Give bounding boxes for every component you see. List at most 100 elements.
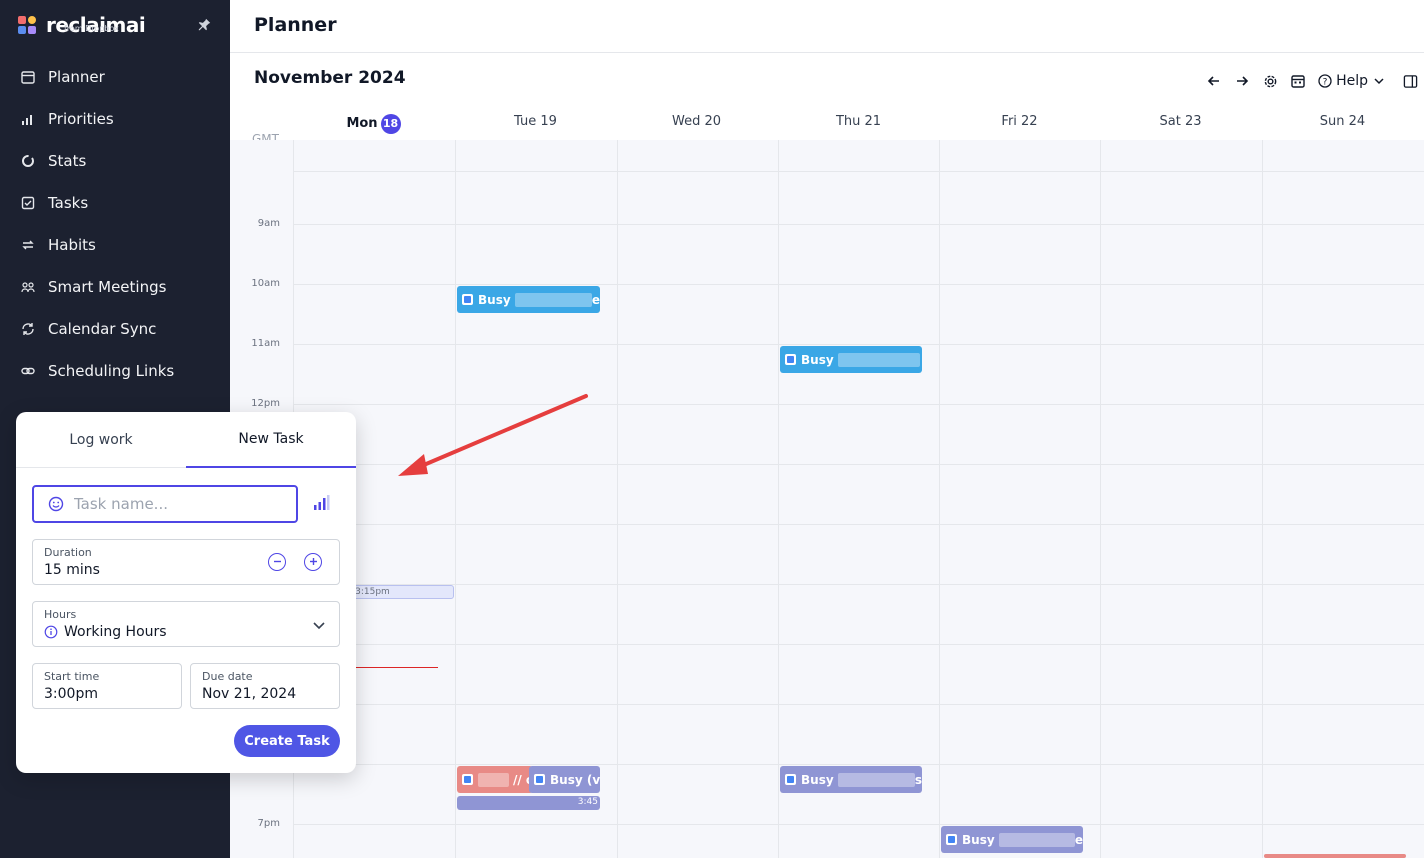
- event-title: Busy: [962, 832, 995, 847]
- sidebar-item-label: Habits: [48, 236, 96, 254]
- tab-new-task[interactable]: New Task: [186, 412, 356, 468]
- duration-field[interactable]: Duration 15 mins: [32, 539, 340, 585]
- sidebar-item-stats[interactable]: Stats: [0, 140, 230, 182]
- event-title: Busy: [801, 352, 834, 367]
- increase-duration-button[interactable]: [304, 553, 322, 571]
- event-busy[interactable]: Busy s: [780, 766, 922, 793]
- event-short[interactable]: 3:45: [457, 796, 600, 810]
- month-label: November 2024: [254, 68, 406, 88]
- sidebar-item-planner[interactable]: Planner: [0, 56, 230, 98]
- page-title: Planner: [254, 14, 337, 36]
- grid-line: [939, 140, 940, 858]
- sidebar-item-scheduling-links[interactable]: Scheduling Links: [0, 350, 230, 392]
- grid-line: [293, 344, 1424, 345]
- create-task-button[interactable]: Create Task: [234, 725, 340, 757]
- day-header-tue[interactable]: Tue 19: [455, 114, 616, 129]
- hours-select[interactable]: Hours Working Hours: [32, 601, 340, 647]
- time-label: 12pm: [251, 398, 280, 409]
- event-partial[interactable]: [1264, 854, 1406, 858]
- sidebar-item-label: Scheduling Links: [48, 362, 175, 380]
- help-button[interactable]: ? Help: [1312, 68, 1396, 94]
- grid-line: [293, 704, 1424, 705]
- priority-button[interactable]: [312, 494, 332, 514]
- day-header-wed[interactable]: Wed 20: [616, 114, 777, 129]
- event-title-suffix: s: [914, 772, 922, 787]
- day-header-sun[interactable]: Sun 24: [1262, 114, 1423, 129]
- arrow-left-icon: [1207, 76, 1220, 86]
- link-icon: [20, 363, 36, 379]
- day-header-thu[interactable]: Thu 21: [778, 114, 939, 129]
- donut-icon: [20, 153, 36, 169]
- sidebar-item-label: Smart Meetings: [48, 278, 167, 296]
- event-title-suffix: e: [591, 292, 600, 307]
- due-date-value: Nov 21, 2024: [202, 686, 297, 702]
- info-icon: [44, 625, 58, 639]
- redacted-text: [514, 292, 592, 307]
- pin-icon[interactable]: [198, 18, 211, 35]
- grid-line: [1262, 140, 1263, 858]
- redacted-text: [478, 772, 509, 787]
- event-busy[interactable]: Busy: [780, 346, 922, 373]
- plus-icon: [309, 558, 317, 565]
- time-label: 11am: [251, 338, 280, 349]
- sidebar-item-smart-meetings[interactable]: Smart Meetings: [0, 266, 230, 308]
- day-name: Mon: [346, 116, 378, 131]
- day-header-sat[interactable]: Sat 23: [1100, 114, 1261, 129]
- checkbox-icon: [20, 195, 36, 211]
- sidebar-item-label: Tasks: [48, 194, 89, 212]
- prev-week-button[interactable]: [1200, 68, 1228, 94]
- redacted-text: [837, 772, 915, 787]
- grid-line: [293, 171, 1424, 172]
- grid-line: [455, 140, 456, 858]
- hours-value: Working Hours: [64, 624, 167, 640]
- grid-line: [293, 224, 1424, 225]
- next-week-button[interactable]: [1228, 68, 1256, 94]
- event-busy[interactable]: Busy (vi: [529, 766, 600, 793]
- side-panel-icon: [1403, 74, 1417, 88]
- grid-line: [1100, 140, 1101, 858]
- time-label: 7pm: [257, 818, 280, 829]
- chevron-down-icon: [313, 622, 325, 630]
- calendar-toolbar: ? Help: [1200, 68, 1424, 94]
- event-busy[interactable]: // c: [457, 766, 533, 793]
- annotation-arrow-icon: [398, 394, 588, 476]
- grid-line: [293, 644, 1424, 645]
- start-time-value: 3:00pm: [44, 686, 98, 702]
- calendar-grid[interactable]: [230, 140, 1424, 858]
- new-task-card: Log work New Task Duration 15 mins Hours…: [16, 412, 356, 773]
- logo-mark-icon: [18, 16, 38, 36]
- event-busy[interactable]: Busy e: [941, 826, 1083, 853]
- sidebar-item-label: Calendar Sync: [48, 320, 157, 338]
- grid-line: [293, 284, 1424, 285]
- task-name-field[interactable]: [32, 485, 298, 523]
- calendar-view-button[interactable]: [1284, 68, 1312, 94]
- sidebar-item-calendar-sync[interactable]: Calendar Sync: [0, 308, 230, 350]
- toggle-panel-button[interactable]: [1396, 68, 1424, 94]
- sidebar-item-label: Priorities: [48, 110, 114, 128]
- minus-icon: [273, 560, 281, 563]
- grid-line: [617, 140, 618, 858]
- sidebar-item-tasks[interactable]: Tasks: [0, 182, 230, 224]
- due-date-field[interactable]: Due date Nov 21, 2024: [190, 663, 340, 709]
- task-name-input[interactable]: [74, 495, 274, 513]
- day-header-mon[interactable]: Mon 18: [293, 114, 454, 134]
- tab-log-work[interactable]: Log work: [16, 412, 186, 468]
- start-time-field[interactable]: Start time 3:00pm: [32, 663, 182, 709]
- settings-button[interactable]: [1256, 68, 1284, 94]
- help-label: Help: [1336, 73, 1368, 89]
- repeat-icon: [20, 237, 36, 253]
- grid-line: [293, 524, 1424, 525]
- grid-line: [778, 140, 779, 858]
- duration-label: Duration: [44, 546, 92, 559]
- event-title: Busy: [801, 772, 834, 787]
- event-busy[interactable]: Busy e: [457, 286, 600, 313]
- time-label: 9am: [257, 218, 280, 229]
- duration-value: 15 mins: [44, 562, 100, 578]
- decrease-duration-button[interactable]: [268, 553, 286, 571]
- event-title: Busy: [478, 292, 511, 307]
- sidebar-item-habits[interactable]: Habits: [0, 224, 230, 266]
- day-header-fri[interactable]: Fri 22: [939, 114, 1100, 129]
- event-task-slot[interactable]: - 3:15pm: [340, 585, 454, 599]
- google-calendar-icon: [462, 294, 473, 305]
- sidebar-item-priorities[interactable]: Priorities: [0, 98, 230, 140]
